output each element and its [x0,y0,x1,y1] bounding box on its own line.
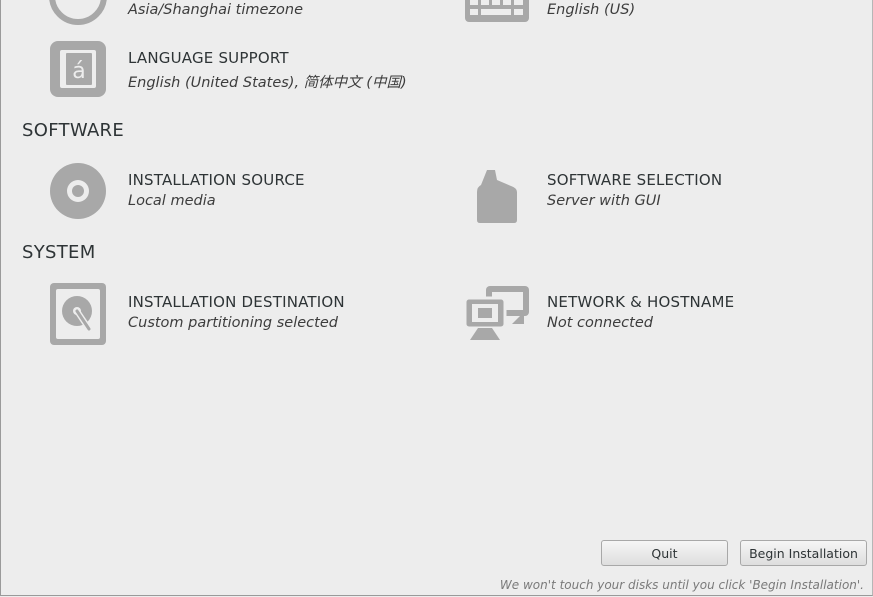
spoke-status-selection: Server with GUI [547,193,661,209]
spoke-installation-source[interactable]: INSTALLATION SOURCE Local media [49,162,429,222]
spoke-title-source: INSTALLATION SOURCE [128,171,305,189]
harddisk-icon [49,283,113,347]
category-heading-software: SOFTWARE [22,120,125,141]
spoke-software-selection[interactable]: SOFTWARE SELECTION Server with GUI [471,168,851,228]
spoke-title-selection: SOFTWARE SELECTION [547,171,723,189]
quit-button[interactable]: Quit [601,540,728,566]
spoke-title-destination: INSTALLATION DESTINATION [128,293,345,311]
installation-summary-panel: Asia/Shanghai timezone English (US) á LA… [0,0,873,596]
spoke-network-hostname[interactable]: NETWORK & HOSTNAME Not connected [464,284,844,344]
package-icon [471,168,535,232]
spoke-title-language: LANGUAGE SUPPORT [128,49,289,67]
disc-icon [49,162,113,226]
spoke-title-network: NETWORK & HOSTNAME [547,293,735,311]
category-heading-system: SYSTEM [22,242,96,263]
language-icon: á [49,40,113,104]
spoke-status-keyboard: English (US) [547,2,636,18]
spoke-keyboard[interactable]: English (US) [464,0,764,28]
spoke-language-support[interactable]: á LANGUAGE SUPPORT English (United State… [49,40,429,100]
keyboard-icon [464,0,529,28]
spoke-status-destination: Custom partitioning selected [128,315,338,331]
spoke-status-timezone: Asia/Shanghai timezone [128,2,304,18]
spoke-status-language: English (United States), 简体中文 (中国) [128,75,407,91]
network-icon [464,284,529,348]
install-hint-text: We won't touch your disks until you clic… [499,578,864,592]
spoke-date-time[interactable]: Asia/Shanghai timezone [46,0,346,28]
spoke-installation-destination[interactable]: INSTALLATION DESTINATION Custom partitio… [49,283,429,347]
begin-installation-button[interactable]: Begin Installation [740,540,867,566]
svg-text:á: á [72,59,85,84]
clock-icon [48,0,112,28]
spoke-status-network: Not connected [547,315,653,331]
spoke-status-source: Local media [128,193,216,209]
